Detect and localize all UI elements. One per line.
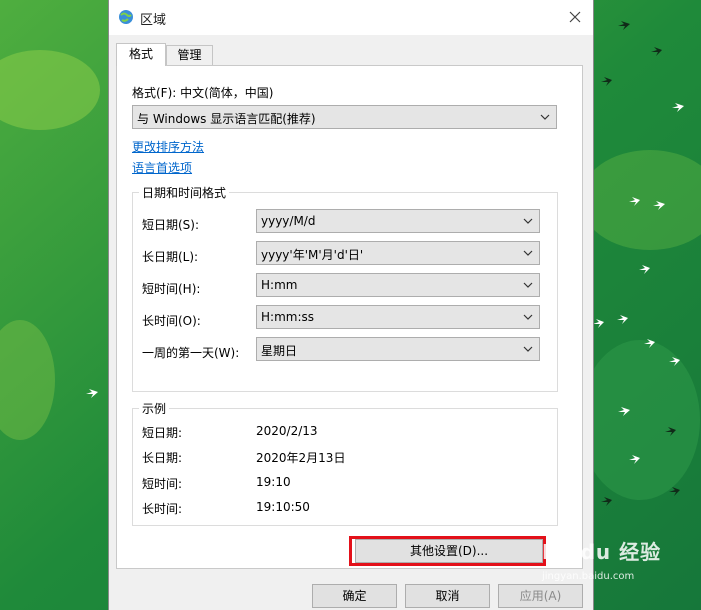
tab-manage[interactable]: 管理 bbox=[166, 45, 213, 65]
chevron-down-icon bbox=[523, 346, 533, 352]
example-short-date-label: 短日期: bbox=[142, 426, 183, 440]
format-select-value: 与 Windows 显示语言匹配(推荐) bbox=[137, 112, 316, 126]
apply-button[interactable]: 应用(A) bbox=[498, 584, 583, 608]
tab-format[interactable]: 格式 bbox=[116, 43, 166, 66]
change-sort-link[interactable]: 更改排序方法 bbox=[132, 138, 204, 155]
ok-button[interactable]: 确定 bbox=[312, 584, 397, 608]
short-time-value: H:mm bbox=[261, 278, 298, 292]
example-short-time-label: 短时间: bbox=[142, 477, 183, 491]
title-bar[interactable]: 区域 bbox=[109, 0, 593, 35]
example-long-date-value: 2020年2月13日 bbox=[256, 451, 346, 465]
chevron-down-icon bbox=[523, 282, 533, 288]
first-day-value: 星期日 bbox=[261, 344, 298, 358]
datetime-format-group: 日期和时间格式 短日期(S): yyyy/M/d 长日期(L): yyyy'年'… bbox=[132, 184, 558, 392]
cancel-button[interactable]: 取消 bbox=[405, 584, 490, 608]
short-date-select[interactable]: yyyy/M/d bbox=[256, 209, 540, 233]
example-long-time-value: 19:10:50 bbox=[256, 500, 310, 514]
first-day-select[interactable]: 星期日 bbox=[256, 337, 540, 361]
long-time-label: 长时间(O): bbox=[142, 314, 201, 328]
format-tab-panel: 格式(F): 中文(简体，中国) 与 Windows 显示语言匹配(推荐) 更改… bbox=[116, 65, 583, 569]
first-day-label: 一周的第一天(W): bbox=[142, 346, 240, 360]
language-preferences-link[interactable]: 语言首选项 bbox=[132, 159, 192, 176]
watermark-brand: Baidu 经验 bbox=[542, 540, 662, 564]
watermark-url: jingyan.baidu.com bbox=[542, 571, 635, 582]
region-dialog: 区域 格式 管理 格式(F): 中文(简体，中国) 与 Windows 显示语言… bbox=[108, 0, 594, 610]
region-globe-icon bbox=[119, 10, 133, 24]
short-date-value: yyyy/M/d bbox=[261, 214, 316, 228]
examples-group-title: 示例 bbox=[139, 400, 170, 417]
highlight-box bbox=[349, 536, 546, 566]
chevron-down-icon bbox=[540, 114, 550, 120]
example-short-date-value: 2020/2/13 bbox=[256, 424, 318, 438]
datetime-group-title: 日期和时间格式 bbox=[139, 184, 230, 201]
close-button[interactable] bbox=[557, 0, 593, 35]
close-icon bbox=[569, 11, 581, 23]
short-time-select[interactable]: H:mm bbox=[256, 273, 540, 297]
examples-group: 示例 短日期: 2020/2/13 长日期: 2020年2月13日 短时间: 1… bbox=[132, 400, 558, 526]
example-long-time-label: 长时间: bbox=[142, 502, 183, 516]
format-label: 格式(F): 中文(简体，中国) bbox=[132, 86, 274, 100]
dialog-title: 区域 bbox=[140, 13, 167, 28]
example-short-time-value: 19:10 bbox=[256, 475, 291, 489]
chevron-down-icon bbox=[523, 314, 533, 320]
long-date-select[interactable]: yyyy'年'M'月'd'日' bbox=[256, 241, 540, 265]
long-time-value: H:mm:ss bbox=[261, 310, 314, 324]
baidu-watermark: Baidu 经验 jingyan.baidu.com bbox=[542, 536, 661, 582]
format-select[interactable]: 与 Windows 显示语言匹配(推荐) bbox=[132, 105, 557, 129]
long-time-select[interactable]: H:mm:ss bbox=[256, 305, 540, 329]
chevron-down-icon bbox=[523, 250, 533, 256]
long-date-label: 长日期(L): bbox=[142, 250, 199, 264]
chevron-down-icon bbox=[523, 218, 533, 224]
short-time-label: 短时间(H): bbox=[142, 282, 201, 296]
example-long-date-label: 长日期: bbox=[142, 451, 183, 465]
long-date-value: yyyy'年'M'月'd'日' bbox=[261, 248, 364, 262]
short-date-label: 短日期(S): bbox=[142, 218, 200, 232]
